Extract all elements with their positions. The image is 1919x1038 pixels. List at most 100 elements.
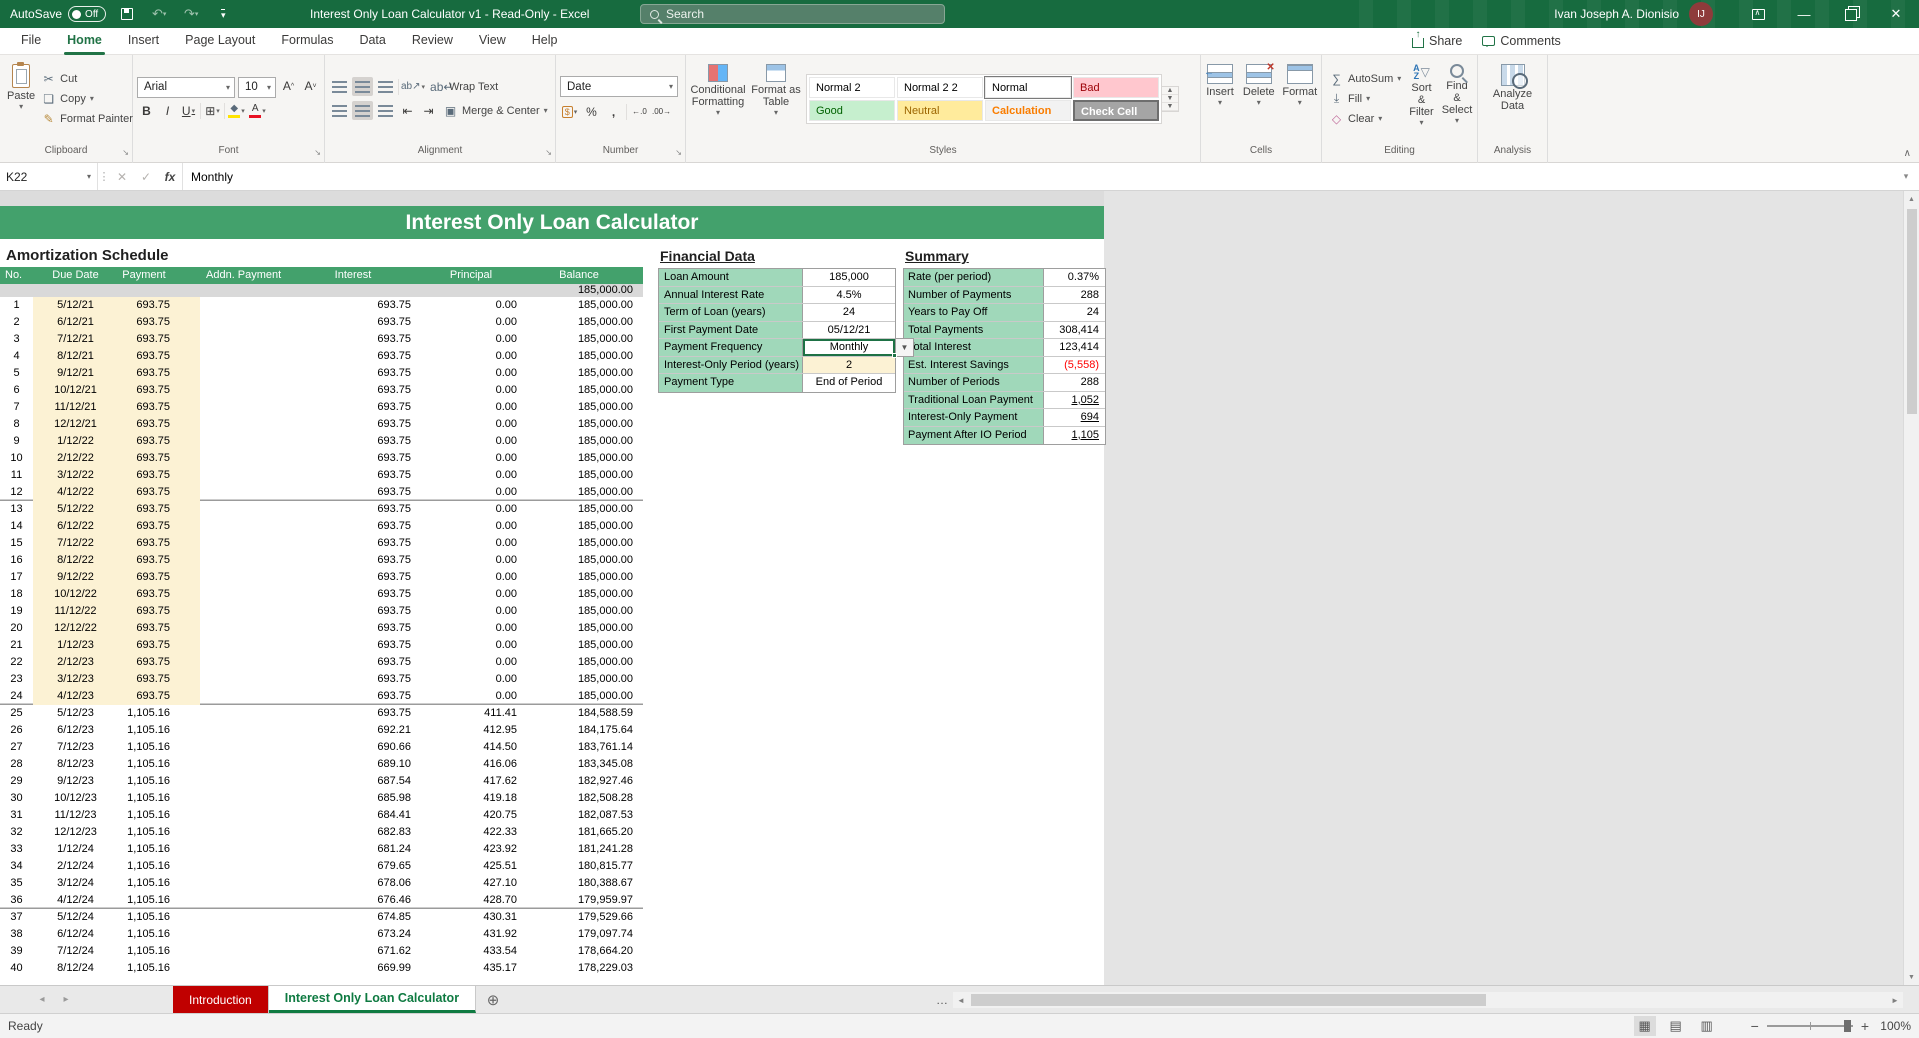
cell[interactable]: 693.75 — [295, 671, 425, 688]
cell[interactable]: 693.75 — [295, 399, 425, 416]
cell[interactable]: 185,000.00 — [525, 348, 643, 365]
style-chip[interactable]: Bad — [1073, 77, 1159, 98]
cell[interactable]: 674.85 — [295, 909, 425, 926]
tab-home[interactable]: Home — [54, 28, 115, 55]
user-name[interactable]: Ivan Joseph A. Dionisio — [1554, 7, 1679, 21]
zoom-slider[interactable] — [1767, 1025, 1853, 1027]
cell[interactable]: 181,241.28 — [525, 841, 643, 858]
cell[interactable]: 0.00 — [425, 348, 525, 365]
cell[interactable] — [200, 705, 295, 722]
cell[interactable]: 1,105.16 — [118, 773, 200, 790]
cell[interactable] — [200, 739, 295, 756]
cell[interactable]: 24 — [0, 688, 33, 705]
cell[interactable] — [200, 314, 295, 331]
cell[interactable]: 11/12/21 — [33, 399, 118, 416]
cell[interactable]: 1,105.16 — [118, 824, 200, 841]
cell[interactable]: 693.75 — [118, 382, 200, 399]
font-family-select[interactable]: Arial▾ — [137, 77, 235, 98]
cell[interactable]: 693.75 — [118, 348, 200, 365]
orientation-button[interactable]: ab↗▾ — [401, 77, 425, 96]
cell[interactable]: 0.00 — [425, 433, 525, 450]
dropdown-arrow-button[interactable]: ▼ — [895, 338, 914, 357]
zoom-slider-thumb[interactable] — [1844, 1020, 1851, 1032]
cell[interactable]: 8/12/23 — [33, 756, 118, 773]
cell[interactable]: 693.75 — [295, 297, 425, 314]
cell[interactable] — [200, 892, 295, 909]
style-chip[interactable]: Check Cell — [1073, 100, 1159, 121]
cell[interactable]: 693.75 — [118, 399, 200, 416]
cell[interactable]: 37 — [0, 909, 33, 926]
fill-handle[interactable] — [892, 353, 897, 358]
cell[interactable] — [200, 484, 295, 501]
summary-value-cell[interactable]: 308,414 — [1044, 322, 1105, 339]
cell[interactable]: 185,000.00 — [525, 518, 643, 535]
cell[interactable]: 17 — [0, 569, 33, 586]
cell[interactable]: 693.75 — [118, 688, 200, 705]
cell[interactable]: 34 — [0, 858, 33, 875]
cell[interactable]: 690.66 — [295, 739, 425, 756]
scroll-right-button[interactable]: ► — [1887, 992, 1903, 1008]
cell[interactable]: 1,105.16 — [118, 790, 200, 807]
cell[interactable] — [200, 688, 295, 705]
cell[interactable]: 2 — [0, 314, 33, 331]
cell[interactable]: 3/12/22 — [33, 467, 118, 484]
cell[interactable]: 678.06 — [295, 875, 425, 892]
scroll-up-button[interactable]: ▲ — [1904, 191, 1919, 207]
cell[interactable] — [200, 960, 295, 977]
comments-button[interactable]: Comments — [1482, 34, 1560, 48]
cell[interactable]: 0.00 — [425, 314, 525, 331]
cell[interactable]: 5 — [0, 365, 33, 382]
cell[interactable]: 10/12/23 — [33, 790, 118, 807]
formula-bar-splitter[interactable]: ⋮ — [98, 163, 110, 190]
gallery-up-button[interactable]: ▲ — [1162, 87, 1178, 95]
cell[interactable] — [200, 790, 295, 807]
cell[interactable]: 428.70 — [425, 892, 525, 909]
align-right-button[interactable] — [375, 101, 396, 120]
cell[interactable]: 18 — [0, 586, 33, 603]
merge-center-button[interactable]: ▣Merge & Center▾ — [440, 101, 551, 121]
cell[interactable]: 669.99 — [295, 960, 425, 977]
cell[interactable]: 1,105.16 — [118, 926, 200, 943]
cell[interactable]: 0.00 — [425, 552, 525, 569]
cell[interactable]: 693.75 — [295, 586, 425, 603]
expand-formula-bar-button[interactable]: ▾ — [1893, 163, 1919, 190]
cell[interactable]: 1,105.16 — [118, 841, 200, 858]
cell[interactable]: 1,105.16 — [118, 858, 200, 875]
cell[interactable]: 693.75 — [295, 467, 425, 484]
find-select-button[interactable]: Find & Select▾ — [1439, 60, 1476, 138]
cell[interactable]: 1,105.16 — [118, 705, 200, 722]
cell[interactable]: 425.51 — [425, 858, 525, 875]
cell[interactable]: 10/12/21 — [33, 382, 118, 399]
cell[interactable]: 19 — [0, 603, 33, 620]
cell[interactable]: 20 — [0, 620, 33, 637]
cell[interactable]: 185,000.00 — [525, 620, 643, 637]
cell[interactable]: 414.50 — [425, 739, 525, 756]
cell[interactable] — [200, 943, 295, 960]
cell[interactable] — [200, 654, 295, 671]
cell[interactable] — [200, 416, 295, 433]
number-format-select[interactable]: Date▾ — [560, 76, 678, 97]
sheet-tab-introduction[interactable]: Introduction — [173, 986, 269, 1013]
increase-decimal-button[interactable]: ←.0 — [630, 102, 649, 121]
cell[interactable]: 693.75 — [295, 450, 425, 467]
cell[interactable] — [200, 348, 295, 365]
cell[interactable]: 185,000.00 — [525, 637, 643, 654]
cell[interactable]: 185,000.00 — [525, 331, 643, 348]
cell[interactable]: 693.75 — [295, 569, 425, 586]
cancel-button[interactable]: ✕ — [110, 170, 134, 184]
cell[interactable]: 416.06 — [425, 756, 525, 773]
cell[interactable]: 685.98 — [295, 790, 425, 807]
cell[interactable]: 693.75 — [118, 620, 200, 637]
fill-color-button[interactable]: ◆▾ — [227, 102, 246, 121]
cell[interactable]: 14 — [0, 518, 33, 535]
cell[interactable]: 3/12/23 — [33, 671, 118, 688]
cell[interactable]: 35 — [0, 875, 33, 892]
cell[interactable]: 0.00 — [425, 297, 525, 314]
cell[interactable]: 693.75 — [295, 552, 425, 569]
financial-value-cell[interactable]: 2 — [803, 357, 895, 374]
cell[interactable]: 9 — [0, 433, 33, 450]
enter-button[interactable]: ✓ — [134, 170, 158, 184]
accounting-format-button[interactable]: $▾ — [560, 102, 579, 121]
cell[interactable]: 185,000.00 — [525, 484, 643, 501]
cell[interactable]: 693.75 — [295, 535, 425, 552]
